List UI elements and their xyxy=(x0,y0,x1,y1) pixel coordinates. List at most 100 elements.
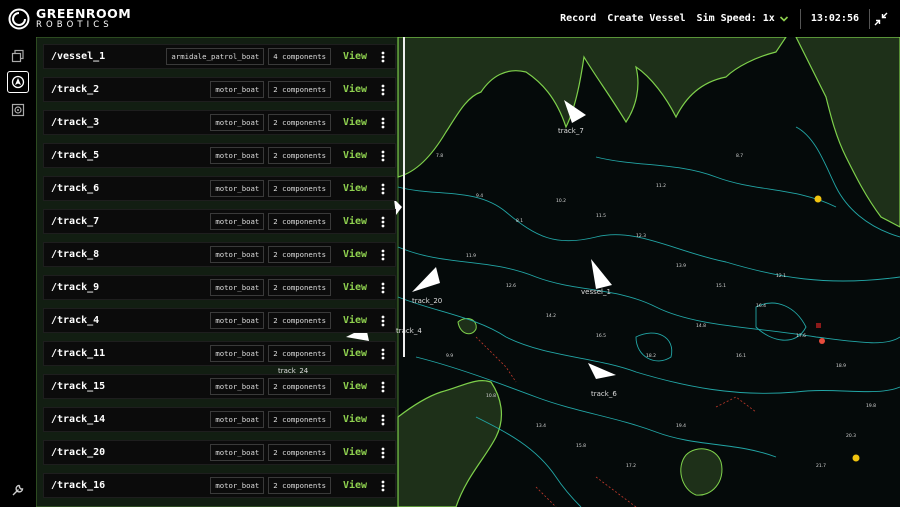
more-options-icon[interactable] xyxy=(377,478,389,494)
vessel-row[interactable]: /track_20 motor_boat 2 components View xyxy=(43,440,396,465)
component-count-tag: 2 components xyxy=(268,477,331,494)
vessel-name: /track_15 xyxy=(51,381,106,392)
view-button[interactable]: View xyxy=(343,117,367,128)
more-options-icon[interactable] xyxy=(377,280,389,296)
component-count-tag: 2 components xyxy=(268,312,331,329)
component-count-tag: 2 components xyxy=(268,378,331,395)
view-button[interactable]: View xyxy=(343,249,367,260)
view-button[interactable]: View xyxy=(343,381,367,392)
map-label-vessel-1: vessel_1 xyxy=(581,288,611,296)
vessel-row[interactable]: /track_2 motor_boat 2 components View xyxy=(43,77,396,102)
component-count-tag: 2 components xyxy=(268,444,331,461)
svg-text:11.5: 11.5 xyxy=(596,213,606,219)
more-options-icon[interactable] xyxy=(377,412,389,428)
vessel-row[interactable]: /track_7 motor_boat 2 components View xyxy=(43,209,396,234)
component-count-tag: 2 components xyxy=(268,411,331,428)
view-button[interactable]: View xyxy=(343,84,367,95)
component-count-tag: 2 components xyxy=(268,246,331,263)
vessel-name: /track_11 xyxy=(51,348,106,359)
svg-text:15.1: 15.1 xyxy=(716,283,726,289)
app-window: track_7 vessel_1 track_20 track_4 track_… xyxy=(0,0,900,507)
vessel-name: /track_5 xyxy=(51,150,100,161)
vessel-name: /track_16 xyxy=(51,480,106,491)
more-options-icon[interactable] xyxy=(377,115,389,131)
component-count-tag: 2 components xyxy=(268,180,331,197)
vessel-row[interactable]: /track_15 motor_boat 2 components View xyxy=(43,374,396,399)
svg-text:12.3: 12.3 xyxy=(636,233,646,239)
vessel-row[interactable]: /track_8 motor_boat 2 components View xyxy=(43,242,396,267)
vessel-row[interactable]: /track_11 motor_boat 2 components View xyxy=(43,341,396,366)
panel-resize-handle[interactable] xyxy=(403,37,405,357)
vessel-row[interactable]: /track_16 motor_boat 2 components View xyxy=(43,473,396,498)
greenroom-logo-icon xyxy=(8,8,30,29)
map-label-track-6: track_6 xyxy=(591,390,617,398)
vessel-type-tag: motor_boat xyxy=(210,147,265,164)
view-button[interactable]: View xyxy=(343,282,367,293)
sim-speed-dropdown[interactable]: Sim Speed: 1x xyxy=(697,13,775,24)
settings-button[interactable] xyxy=(7,479,29,501)
svg-text:19.4: 19.4 xyxy=(676,423,686,429)
more-options-icon[interactable] xyxy=(377,346,389,362)
vessel-type-tag: motor_boat xyxy=(210,477,265,494)
buoy-marker xyxy=(814,195,822,203)
view-button[interactable]: View xyxy=(343,480,367,491)
view-button[interactable]: View xyxy=(343,183,367,194)
record-button[interactable]: Record xyxy=(560,13,596,24)
svg-text:21.7: 21.7 xyxy=(816,463,826,469)
svg-text:18.9: 18.9 xyxy=(836,363,846,369)
sensor-button[interactable] xyxy=(7,99,29,121)
svg-text:17.2: 17.2 xyxy=(626,463,636,469)
sensor-icon xyxy=(11,103,25,117)
svg-text:14.2: 14.2 xyxy=(546,313,556,319)
svg-text:13.9: 13.9 xyxy=(676,263,686,269)
view-button[interactable]: View xyxy=(343,150,367,161)
svg-text:8.1: 8.1 xyxy=(516,218,523,224)
more-options-icon[interactable] xyxy=(377,313,389,329)
more-options-icon[interactable] xyxy=(377,445,389,461)
vessel-row[interactable]: /track_4 motor_boat 2 components View xyxy=(43,308,396,333)
vessel-type-tag: motor_boat xyxy=(210,411,265,428)
vessel-row[interactable]: /track_9 motor_boat 2 components View xyxy=(43,275,396,300)
vessel-row[interactable]: /track_14 motor_boat 2 components View xyxy=(43,407,396,432)
layers-button[interactable] xyxy=(7,45,29,67)
component-count-tag: 4 components xyxy=(268,48,331,65)
more-options-icon[interactable] xyxy=(377,148,389,164)
vessel-row[interactable]: /track_3 motor_boat 2 components View xyxy=(43,110,396,135)
view-button[interactable]: View xyxy=(343,447,367,458)
brand-logo: GREENROOM ROBOTICS xyxy=(8,5,132,30)
vessel-type-tag: motor_boat xyxy=(210,213,265,230)
vessel-row[interactable]: /track_5 motor_boat 2 components View xyxy=(43,143,396,168)
svg-text:8.7: 8.7 xyxy=(736,153,743,159)
view-button[interactable]: View xyxy=(343,315,367,326)
view-button[interactable]: View xyxy=(343,348,367,359)
entities-button[interactable] xyxy=(7,71,29,93)
vessel-row[interactable]: /vessel_1 armidale_patrol_boat 4 component… xyxy=(43,44,396,69)
view-button[interactable]: View xyxy=(343,51,367,62)
vessel-name: /track_20 xyxy=(51,447,106,458)
more-options-icon[interactable] xyxy=(377,181,389,197)
top-bar: GREENROOM ROBOTICS Record Create Vessel … xyxy=(0,0,900,37)
component-count-tag: 2 components xyxy=(268,345,331,362)
view-button[interactable]: View xyxy=(343,414,367,425)
svg-text:11.2: 11.2 xyxy=(656,183,666,189)
more-options-icon[interactable] xyxy=(377,49,389,65)
collapse-icon[interactable] xyxy=(874,12,888,26)
left-rail xyxy=(0,37,36,507)
more-options-icon[interactable] xyxy=(377,214,389,230)
more-options-icon[interactable] xyxy=(377,247,389,263)
vessel-row[interactable]: /track_6 motor_boat 2 components View xyxy=(43,176,396,201)
view-button[interactable]: View xyxy=(343,216,367,227)
svg-text:18.2: 18.2 xyxy=(646,353,656,359)
vessel-name: /track_7 xyxy=(51,216,100,227)
vessel-type-tag: armidale_patrol_boat xyxy=(166,48,265,65)
more-options-icon[interactable] xyxy=(377,82,389,98)
more-options-icon[interactable] xyxy=(377,379,389,395)
vessel-type-tag: motor_boat xyxy=(210,378,265,395)
vessel-type-tag: motor_boat xyxy=(210,180,265,197)
layers-icon xyxy=(11,49,24,63)
svg-text:12.6: 12.6 xyxy=(506,283,516,289)
wrench-icon xyxy=(12,484,24,496)
brand-name: GREENROOM xyxy=(36,5,132,21)
chevron-down-icon[interactable] xyxy=(779,14,789,24)
create-vessel-button[interactable]: Create Vessel xyxy=(607,13,685,24)
